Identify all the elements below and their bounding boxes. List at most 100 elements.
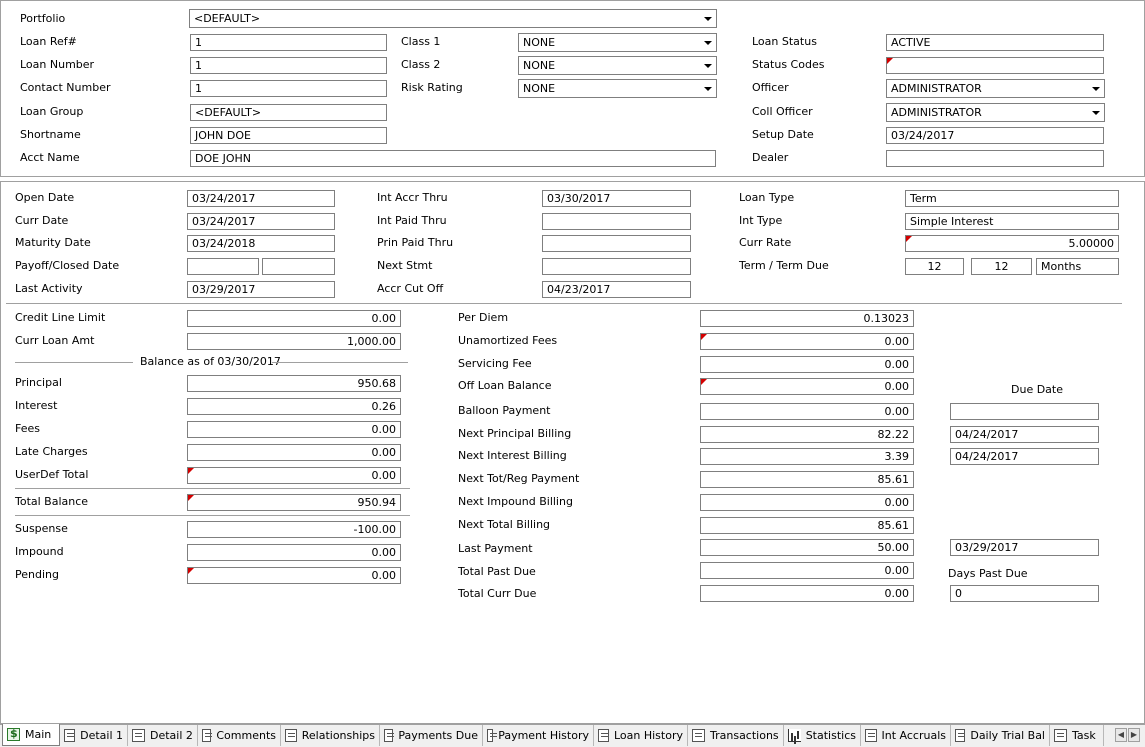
balloon-due-date-field[interactable]: [950, 403, 1099, 420]
days-past-due-field[interactable]: 0: [950, 585, 1099, 602]
maturity-date-field[interactable]: 03/24/2018: [187, 235, 335, 252]
term-field[interactable]: 12: [905, 258, 964, 275]
next-tot-reg-payment-field[interactable]: 85.61: [700, 471, 914, 488]
setup-date-field[interactable]: 03/24/2017: [886, 127, 1104, 144]
loan-group-field[interactable]: <DEFAULT>: [190, 104, 387, 121]
interest-due-date-field[interactable]: 04/24/2017: [950, 448, 1099, 465]
status-codes-label: Status Codes: [752, 58, 825, 71]
unamortized-fees-field[interactable]: 0.00: [700, 333, 914, 350]
tab-label: Task: [1072, 729, 1096, 742]
next-principal-billing-field[interactable]: 82.22: [700, 426, 914, 443]
tab-daily-trial-bal[interactable]: Daily Trial Bal: [951, 725, 1050, 746]
next-interest-billing-field[interactable]: 3.39: [700, 448, 914, 465]
tab-statistics[interactable]: Statistics: [784, 725, 861, 746]
total-past-due-field[interactable]: 0.00: [700, 562, 914, 579]
last-payment-field[interactable]: 50.00: [700, 539, 914, 556]
dealer-field[interactable]: [886, 150, 1104, 167]
officer-label: Officer: [752, 81, 789, 94]
tab-main[interactable]: Main: [2, 724, 60, 746]
next-total-billing-field[interactable]: 85.61: [700, 517, 914, 534]
total-divider-top: [15, 488, 410, 489]
accr-cut-off-field[interactable]: 04/23/2017: [542, 281, 691, 298]
int-type-field[interactable]: Simple Interest: [905, 213, 1119, 230]
tab-task[interactable]: Task: [1050, 725, 1104, 746]
tab-relationships[interactable]: Relationships: [281, 725, 380, 746]
payoff-date-field[interactable]: [187, 258, 259, 275]
fees-field[interactable]: 0.00: [187, 421, 401, 438]
late-charges-field[interactable]: 0.00: [187, 444, 401, 461]
tab-payment-history[interactable]: Payment History: [483, 725, 594, 746]
next-impound-billing-field[interactable]: 0.00: [700, 494, 914, 511]
total-balance-field[interactable]: 950.94: [187, 494, 401, 511]
term-due-field[interactable]: 12: [971, 258, 1032, 275]
curr-loan-amt-label: Curr Loan Amt: [15, 334, 95, 347]
status-codes-field[interactable]: [886, 57, 1104, 74]
open-date-field[interactable]: 03/24/2017: [187, 190, 335, 207]
officer-select-value: ADMINISTRATOR: [891, 82, 982, 95]
last-activity-field[interactable]: 03/29/2017: [187, 281, 335, 298]
loan-status-field[interactable]: ACTIVE: [886, 34, 1104, 51]
class1-select-value: NONE: [523, 36, 556, 49]
loan-group-label: Loan Group: [20, 105, 84, 118]
risk-rating-select[interactable]: NONE: [518, 79, 717, 98]
dollar-icon: [7, 727, 20, 741]
days-past-due-label: Days Past Due: [948, 567, 1028, 580]
next-principal-billing-label: Next Principal Billing: [458, 427, 572, 440]
principal-field[interactable]: 950.68: [187, 375, 401, 392]
term-unit-field[interactable]: Months: [1036, 258, 1119, 275]
tab-label: Payment History: [498, 729, 589, 742]
tab-detail-2[interactable]: Detail 2: [128, 725, 198, 746]
loan-number-field[interactable]: 1: [190, 57, 387, 74]
officer-select[interactable]: ADMINISTRATOR: [886, 79, 1105, 98]
tab-loan-history[interactable]: Loan History: [594, 725, 688, 746]
principal-due-date-field[interactable]: 04/24/2017: [950, 426, 1099, 443]
loan-type-field[interactable]: Term: [905, 190, 1119, 207]
coll-officer-select-value: ADMINISTRATOR: [891, 106, 982, 119]
shortname-field[interactable]: JOHN DOE: [190, 127, 387, 144]
int-paid-thru-field[interactable]: [542, 213, 691, 230]
pencil-icon: [487, 729, 498, 742]
curr-date-field[interactable]: 03/24/2017: [187, 213, 335, 230]
per-diem-field[interactable]: 0.13023: [700, 310, 914, 327]
class2-select[interactable]: NONE: [518, 56, 717, 75]
servicing-fee-field[interactable]: 0.00: [700, 356, 914, 373]
impound-field[interactable]: 0.00: [187, 544, 401, 561]
total-balance-label: Total Balance: [15, 495, 89, 508]
off-loan-balance-label: Off Loan Balance: [458, 379, 552, 392]
tab-scroll-left-button[interactable]: ◀: [1115, 728, 1127, 742]
closed-date-field[interactable]: [262, 258, 335, 275]
tab-comments[interactable]: Comments: [198, 725, 281, 746]
loan-ref-field[interactable]: 1: [190, 34, 387, 51]
portfolio-select[interactable]: <DEFAULT>: [189, 9, 717, 28]
last-payment-date-field[interactable]: 03/29/2017: [950, 539, 1099, 556]
suspense-field[interactable]: -100.00: [187, 521, 401, 538]
class1-label: Class 1: [401, 35, 441, 48]
contact-number-field[interactable]: 1: [190, 80, 387, 97]
total-curr-due-label: Total Curr Due: [458, 587, 537, 600]
balloon-payment-label: Balloon Payment: [458, 404, 551, 417]
int-accr-thru-field[interactable]: 03/30/2017: [542, 190, 691, 207]
interest-field[interactable]: 0.26: [187, 398, 401, 415]
tab-int-accruals[interactable]: Int Accruals: [861, 725, 951, 746]
balloon-payment-field[interactable]: 0.00: [700, 403, 914, 420]
tab-scroll-right-button[interactable]: ▶: [1128, 728, 1140, 742]
total-curr-due-field[interactable]: 0.00: [700, 585, 914, 602]
next-stmt-field[interactable]: [542, 258, 691, 275]
credit-line-limit-field[interactable]: 0.00: [187, 310, 401, 327]
coll-officer-select[interactable]: ADMINISTRATOR: [886, 103, 1105, 122]
class1-select[interactable]: NONE: [518, 33, 717, 52]
pending-field[interactable]: 0.00: [187, 567, 401, 584]
userdef-total-field[interactable]: 0.00: [187, 467, 401, 484]
tab-payments-due[interactable]: Payments Due: [380, 725, 483, 746]
off-loan-balance-field[interactable]: 0.00: [700, 378, 914, 395]
tab-detail-1[interactable]: Detail 1: [60, 725, 128, 746]
prin-paid-thru-field[interactable]: [542, 235, 691, 252]
curr-date-label: Curr Date: [15, 214, 69, 227]
curr-rate-field[interactable]: 5.00000: [905, 235, 1119, 252]
people-icon: [285, 729, 297, 742]
acct-name-field[interactable]: DOE JOHN: [190, 150, 716, 167]
tab-transactions[interactable]: Transactions: [688, 725, 784, 746]
loan-ref-label: Loan Ref#: [20, 35, 77, 48]
curr-loan-amt-field[interactable]: 1,000.00: [187, 333, 401, 350]
tab-label: Payments Due: [398, 729, 478, 742]
